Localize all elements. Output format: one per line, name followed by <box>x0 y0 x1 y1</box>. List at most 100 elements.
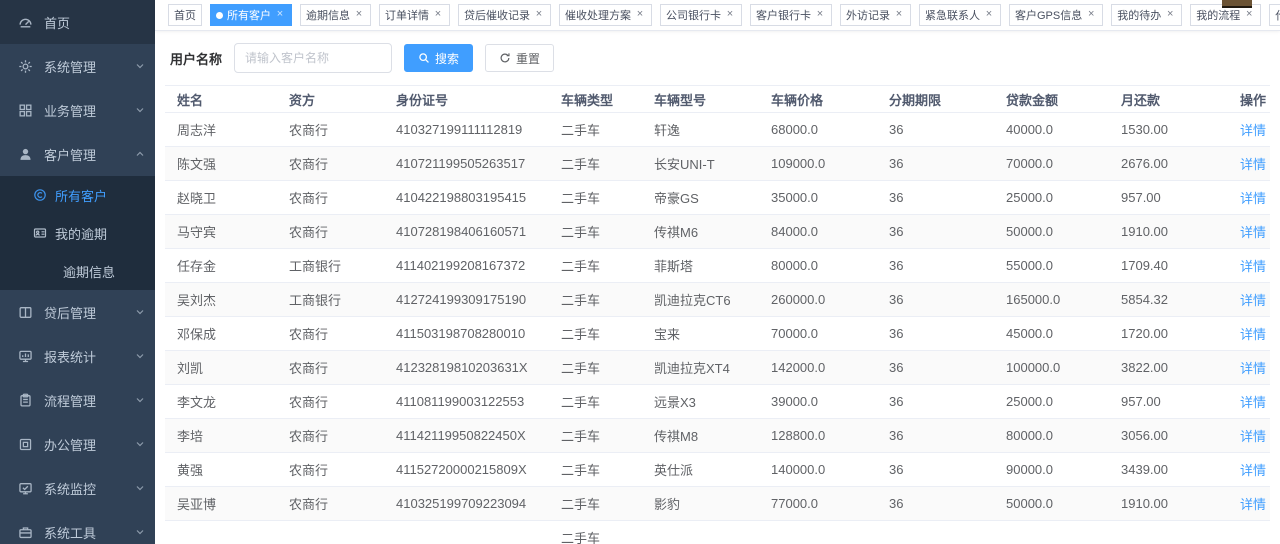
tab[interactable]: 所有客户 × <box>210 4 292 26</box>
detail-link[interactable]: 详情 <box>1240 225 1266 240</box>
chevron-down-icon <box>135 105 145 115</box>
detail-link[interactable]: 详情 <box>1240 123 1266 138</box>
column-header: 分期期限 <box>877 86 994 113</box>
tab[interactable]: 公司银行卡 × <box>660 4 742 26</box>
sidebar-item-overdue-info[interactable]: 逾期信息 <box>0 252 155 290</box>
tab[interactable]: 订单详情 × <box>379 4 450 26</box>
grid-icon <box>18 103 33 118</box>
chevron-up-icon <box>135 149 145 159</box>
table-row: 赵晓卫 农商行 410422198803195415 二手车 帝豪GS 3500… <box>165 181 1270 215</box>
cell-funder: 农商行 <box>277 113 384 147</box>
tab[interactable]: 逾期信息 × <box>300 4 371 26</box>
cell-vehicle-price: 142000.0 <box>759 351 877 385</box>
detail-link[interactable]: 详情 <box>1240 259 1266 274</box>
cell-funder: 农商行 <box>277 453 384 487</box>
detail-link[interactable]: 详情 <box>1240 497 1266 512</box>
sidebar-item-process-mgmt[interactable]: 流程管理 <box>0 378 155 422</box>
cell-id-number: 410728198406160571 <box>384 215 549 249</box>
cell-vehicle-price: 84000.0 <box>759 215 877 249</box>
cell-funder: 农商行 <box>277 385 384 419</box>
detail-link[interactable]: 详情 <box>1240 157 1266 172</box>
close-icon[interactable]: × <box>814 9 826 21</box>
cell-loan-amount: 50000.0 <box>994 487 1109 521</box>
tab[interactable]: 客户银行卡 × <box>750 4 832 26</box>
cell-monthly-payment: 1709.40 <box>1109 249 1228 283</box>
column-header: 身份证号 <box>384 86 549 113</box>
close-icon[interactable]: × <box>353 9 365 21</box>
tab[interactable]: 首页 <box>168 4 202 26</box>
detail-link[interactable]: 详情 <box>1240 361 1266 376</box>
close-icon[interactable]: × <box>1164 9 1176 21</box>
table-row: 二手车 <box>165 521 1270 544</box>
tab[interactable]: 我的待办 × <box>1111 4 1182 26</box>
table-row: 李文龙 农商行 411081199003122553 二手车 远景X3 3900… <box>165 385 1270 419</box>
cell-name: 赵晓卫 <box>165 181 277 215</box>
close-icon[interactable]: × <box>893 9 905 21</box>
detail-link[interactable]: 详情 <box>1240 395 1266 410</box>
detail-link[interactable]: 详情 <box>1240 429 1266 444</box>
tab[interactable]: 紧急联系人 × <box>919 4 1001 26</box>
detail-link[interactable]: 详情 <box>1240 293 1266 308</box>
close-icon[interactable]: × <box>1085 9 1097 21</box>
cell-vehicle-price: 80000.0 <box>759 249 877 283</box>
cell-monthly-payment: 3056.00 <box>1109 419 1228 453</box>
cell-vehicle-price: 77000.0 <box>759 487 877 521</box>
detail-link[interactable]: 详情 <box>1240 327 1266 342</box>
close-icon[interactable]: × <box>724 9 736 21</box>
sidebar-item-report-stats[interactable]: 报表统计 <box>0 334 155 378</box>
sidebar-item-system-monitor[interactable]: 系统监控 <box>0 466 155 510</box>
cell-term: 36 <box>877 487 994 521</box>
chevron-down-icon <box>135 527 145 537</box>
sidebar-item-my-overdue[interactable]: 我的逾期 <box>0 214 155 252</box>
tab[interactable]: 客户GPS信息 × <box>1009 4 1103 26</box>
cell-term <box>877 521 994 544</box>
search-button[interactable]: 搜索 <box>404 44 473 72</box>
cell-monthly-payment: 957.00 <box>1109 181 1228 215</box>
sidebar-item-label: 业务管理 <box>44 101 135 120</box>
detail-link[interactable]: 详情 <box>1240 463 1266 478</box>
sidebar-item-label: 逾期信息 <box>63 262 115 281</box>
detail-link[interactable]: 详情 <box>1240 191 1266 206</box>
column-header: 贷款金额 <box>994 86 1109 113</box>
chevron-down-icon <box>135 61 145 71</box>
briefcase-icon <box>18 525 33 540</box>
cell-term: 36 <box>877 419 994 453</box>
sidebar-item-office-mgmt[interactable]: 办公管理 <box>0 422 155 466</box>
tab[interactable]: 代签任务 × <box>1269 4 1280 26</box>
cell-vehicle-price: 260000.0 <box>759 283 877 317</box>
cell-monthly-payment <box>1109 521 1228 544</box>
tab[interactable]: 催收处理方案 × <box>559 4 652 26</box>
close-icon[interactable]: × <box>533 9 545 21</box>
tab-label: 客户GPS信息 <box>1015 7 1082 23</box>
close-icon[interactable]: × <box>1243 9 1255 21</box>
cell-vehicle-model: 菲斯塔 <box>642 249 759 283</box>
close-icon[interactable]: × <box>274 9 286 21</box>
cell-loan-amount: 40000.0 <box>994 113 1109 147</box>
sidebar-item-business-mgmt[interactable]: 业务管理 <box>0 88 155 132</box>
sidebar-item-home[interactable]: 首页 <box>0 0 155 44</box>
reset-button[interactable]: 重置 <box>485 44 554 72</box>
sidebar-item-postloan-mgmt[interactable]: 贷后管理 <box>0 290 155 334</box>
close-icon[interactable]: × <box>634 9 646 21</box>
avatar[interactable] <box>1222 0 1252 8</box>
close-icon[interactable]: × <box>983 9 995 21</box>
tab[interactable]: 贷后催收记录 × <box>458 4 551 26</box>
tab-label: 催收处理方案 <box>565 7 631 23</box>
cell-id-number <box>384 521 549 544</box>
tab[interactable]: 外访记录 × <box>840 4 911 26</box>
cell-id-number: 410327199111112819 <box>384 113 549 147</box>
sidebar-item-system-mgmt[interactable]: 系统管理 <box>0 44 155 88</box>
sidebar-item-customer-mgmt[interactable]: 客户管理 <box>0 132 155 176</box>
cell-term: 36 <box>877 317 994 351</box>
id-card-icon <box>33 226 47 240</box>
close-icon[interactable]: × <box>432 9 444 21</box>
cell-funder <box>277 521 384 544</box>
customer-name-input[interactable] <box>234 43 392 73</box>
tab-label: 订单详情 <box>385 7 429 23</box>
cell-name: 邓保成 <box>165 317 277 351</box>
cell-vehicle-model: 传祺M6 <box>642 215 759 249</box>
sidebar-item-label: 流程管理 <box>44 391 135 410</box>
sidebar-item-label: 系统监控 <box>44 479 135 498</box>
sidebar-item-system-tools[interactable]: 系统工具 <box>0 510 155 544</box>
sidebar-item-all-customers[interactable]: 所有客户 <box>0 176 155 214</box>
